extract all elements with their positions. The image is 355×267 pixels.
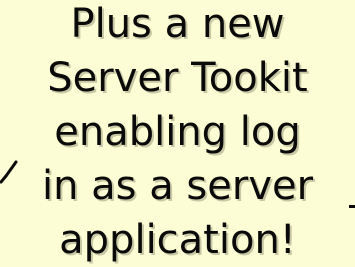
checkmark-icon (0, 160, 18, 184)
slide-body-text: Plus a new Server Tookit enabling log in… (0, 0, 355, 267)
dash-icon (349, 205, 355, 208)
text-line-4: in as a server (41, 163, 314, 209)
slide: Plus a new Server Tookit enabling log in… (0, 0, 355, 267)
text-line-2: Server Tookit (47, 55, 308, 101)
text-line-5: application! (59, 217, 296, 263)
text-line-3: enabling log (54, 109, 301, 155)
text-line-1: Plus a new (70, 1, 285, 47)
